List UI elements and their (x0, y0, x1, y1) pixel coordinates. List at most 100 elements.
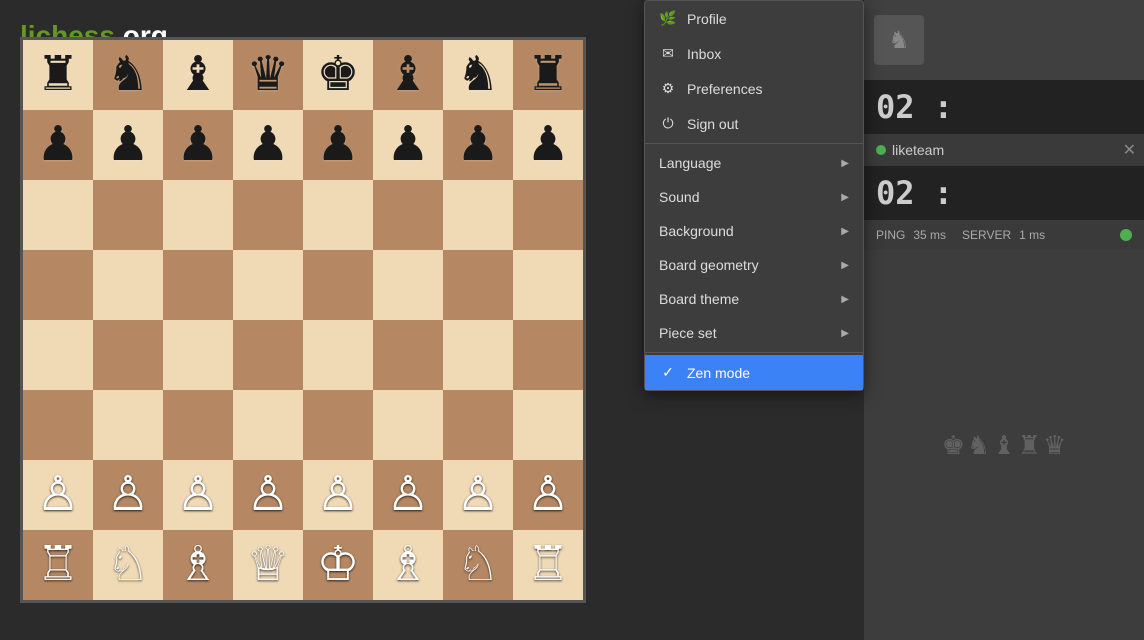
board-cell-0-6[interactable]: ♞ (443, 40, 513, 110)
menu-item-piece-set[interactable]: Piece set ▶ (645, 316, 863, 350)
board-cell-2-5[interactable] (373, 180, 443, 250)
menu-sound-label: Sound (659, 189, 699, 205)
board-cell-3-4[interactable] (303, 250, 373, 320)
board-cell-2-0[interactable] (23, 180, 93, 250)
board-cell-3-2[interactable] (163, 250, 233, 320)
board-cell-2-1[interactable] (93, 180, 163, 250)
chess-board[interactable]: ♜♞♝♛♚♝♞♜♟♟♟♟♟♟♟♟♙♙♙♙♙♙♙♙♖♘♗♕♔♗♘♖ (20, 37, 586, 603)
board-cell-6-1[interactable]: ♙ (93, 460, 163, 530)
board-cell-0-0[interactable]: ♜ (23, 40, 93, 110)
board-cell-6-3[interactable]: ♙ (233, 460, 303, 530)
board-cell-1-4[interactable]: ♟ (303, 110, 373, 180)
board-cell-5-6[interactable] (443, 390, 513, 460)
menu-item-background[interactable]: Background ▶ (645, 214, 863, 248)
board-cell-0-4[interactable]: ♚ (303, 40, 373, 110)
opponent-area: ♞ (864, 0, 1144, 80)
menu-item-signout[interactable]: ⏻ Sign out (645, 106, 863, 141)
board-cell-1-1[interactable]: ♟ (93, 110, 163, 180)
player-name: liketeam (892, 142, 944, 158)
board-cell-7-2[interactable]: ♗ (163, 530, 233, 600)
board-cell-3-0[interactable] (23, 250, 93, 320)
board-cell-4-4[interactable] (303, 320, 373, 390)
board-container: ♜♞♝♛♚♝♞♜♟♟♟♟♟♟♟♟♙♙♙♙♙♙♙♙♖♘♗♕♔♗♘♖ (20, 37, 586, 603)
menu-item-board-theme[interactable]: Board theme ▶ (645, 282, 863, 316)
menu-item-preferences[interactable]: ⚙ Preferences (645, 71, 863, 106)
board-cell-3-1[interactable] (93, 250, 163, 320)
board-cell-2-7[interactable] (513, 180, 583, 250)
board-cell-2-3[interactable] (233, 180, 303, 250)
board-cell-4-7[interactable] (513, 320, 583, 390)
board-cell-6-7[interactable]: ♙ (513, 460, 583, 530)
board-cell-5-7[interactable] (513, 390, 583, 460)
board-cell-6-6[interactable]: ♙ (443, 460, 513, 530)
board-cell-3-7[interactable] (513, 250, 583, 320)
board-cell-7-5[interactable]: ♗ (373, 530, 443, 600)
board-cell-7-3[interactable]: ♕ (233, 530, 303, 600)
board-cell-7-4[interactable]: ♔ (303, 530, 373, 600)
board-cell-0-7[interactable]: ♜ (513, 40, 583, 110)
dropdown-menu: 🌿 Profile ✉ Inbox ⚙ Preferences ⏻ Sign o… (644, 0, 864, 391)
board-cell-7-0[interactable]: ♖ (23, 530, 93, 600)
board-cell-1-3[interactable]: ♟ (233, 110, 303, 180)
board-cell-6-0[interactable]: ♙ (23, 460, 93, 530)
board-cell-4-0[interactable] (23, 320, 93, 390)
menu-background-label: Background (659, 223, 734, 239)
sound-arrow-icon: ▶ (841, 192, 849, 203)
board-cell-2-4[interactable] (303, 180, 373, 250)
board-cell-1-6[interactable]: ♟ (443, 110, 513, 180)
board-cell-0-5[interactable]: ♝ (373, 40, 443, 110)
menu-item-sound[interactable]: Sound ▶ (645, 180, 863, 214)
board-cell-0-1[interactable]: ♞ (93, 40, 163, 110)
board-cell-7-1[interactable]: ♘ (93, 530, 163, 600)
board-cell-5-2[interactable] (163, 390, 233, 460)
menu-item-language[interactable]: Language ▶ (645, 146, 863, 180)
board-cell-5-0[interactable] (23, 390, 93, 460)
board-cell-1-0[interactable]: ♟ (23, 110, 93, 180)
language-arrow-icon: ▶ (841, 158, 849, 169)
close-button[interactable]: ✕ (1123, 140, 1136, 160)
menu-board-geometry-label: Board geometry (659, 257, 759, 273)
board-cell-7-7[interactable]: ♖ (513, 530, 583, 600)
board-cell-5-4[interactable] (303, 390, 373, 460)
menu-inbox-label: Inbox (687, 46, 721, 62)
menu-item-profile[interactable]: 🌿 Profile (645, 1, 863, 36)
preview-piece-2: ♞ (967, 430, 990, 461)
board-cell-3-5[interactable] (373, 250, 443, 320)
board-cell-4-6[interactable] (443, 320, 513, 390)
preview-piece-1: ♚ (942, 430, 965, 461)
board-cell-6-4[interactable]: ♙ (303, 460, 373, 530)
board-cell-3-6[interactable] (443, 250, 513, 320)
timer-top-value: 02 : (876, 88, 953, 126)
board-cell-5-5[interactable] (373, 390, 443, 460)
board-cell-6-5[interactable]: ♙ (373, 460, 443, 530)
menu-item-inbox[interactable]: ✉ Inbox (645, 36, 863, 71)
menu-item-zen-mode[interactable]: ✓ Zen mode (645, 355, 863, 390)
board-cell-4-2[interactable] (163, 320, 233, 390)
board-cell-1-7[interactable]: ♟ (513, 110, 583, 180)
menu-language-label: Language (659, 155, 721, 171)
opponent-avatar: ♞ (874, 15, 924, 65)
menu-separator-1 (645, 143, 863, 144)
board-cell-0-3[interactable]: ♛ (233, 40, 303, 110)
board-cell-7-6[interactable]: ♘ (443, 530, 513, 600)
board-cell-4-3[interactable] (233, 320, 303, 390)
board-cell-1-2[interactable]: ♟ (163, 110, 233, 180)
board-cell-2-2[interactable] (163, 180, 233, 250)
server-value: 1 ms (1019, 228, 1045, 242)
menu-item-board-geometry[interactable]: Board geometry ▶ (645, 248, 863, 282)
board-cell-5-3[interactable] (233, 390, 303, 460)
preview-piece-5: ♛ (1043, 430, 1066, 461)
board-cell-2-6[interactable] (443, 180, 513, 250)
piece-set-arrow-icon: ▶ (841, 328, 849, 339)
board-cell-3-3[interactable] (233, 250, 303, 320)
ping-value: 35 ms (913, 228, 946, 242)
inbox-icon: ✉ (659, 45, 677, 62)
board-cell-6-2[interactable]: ♙ (163, 460, 233, 530)
board-cell-4-5[interactable] (373, 320, 443, 390)
board-cell-5-1[interactable] (93, 390, 163, 460)
board-cell-4-1[interactable] (93, 320, 163, 390)
menu-profile-label: Profile (687, 11, 727, 27)
board-cell-0-2[interactable]: ♝ (163, 40, 233, 110)
menu-separator-2 (645, 352, 863, 353)
board-cell-1-5[interactable]: ♟ (373, 110, 443, 180)
